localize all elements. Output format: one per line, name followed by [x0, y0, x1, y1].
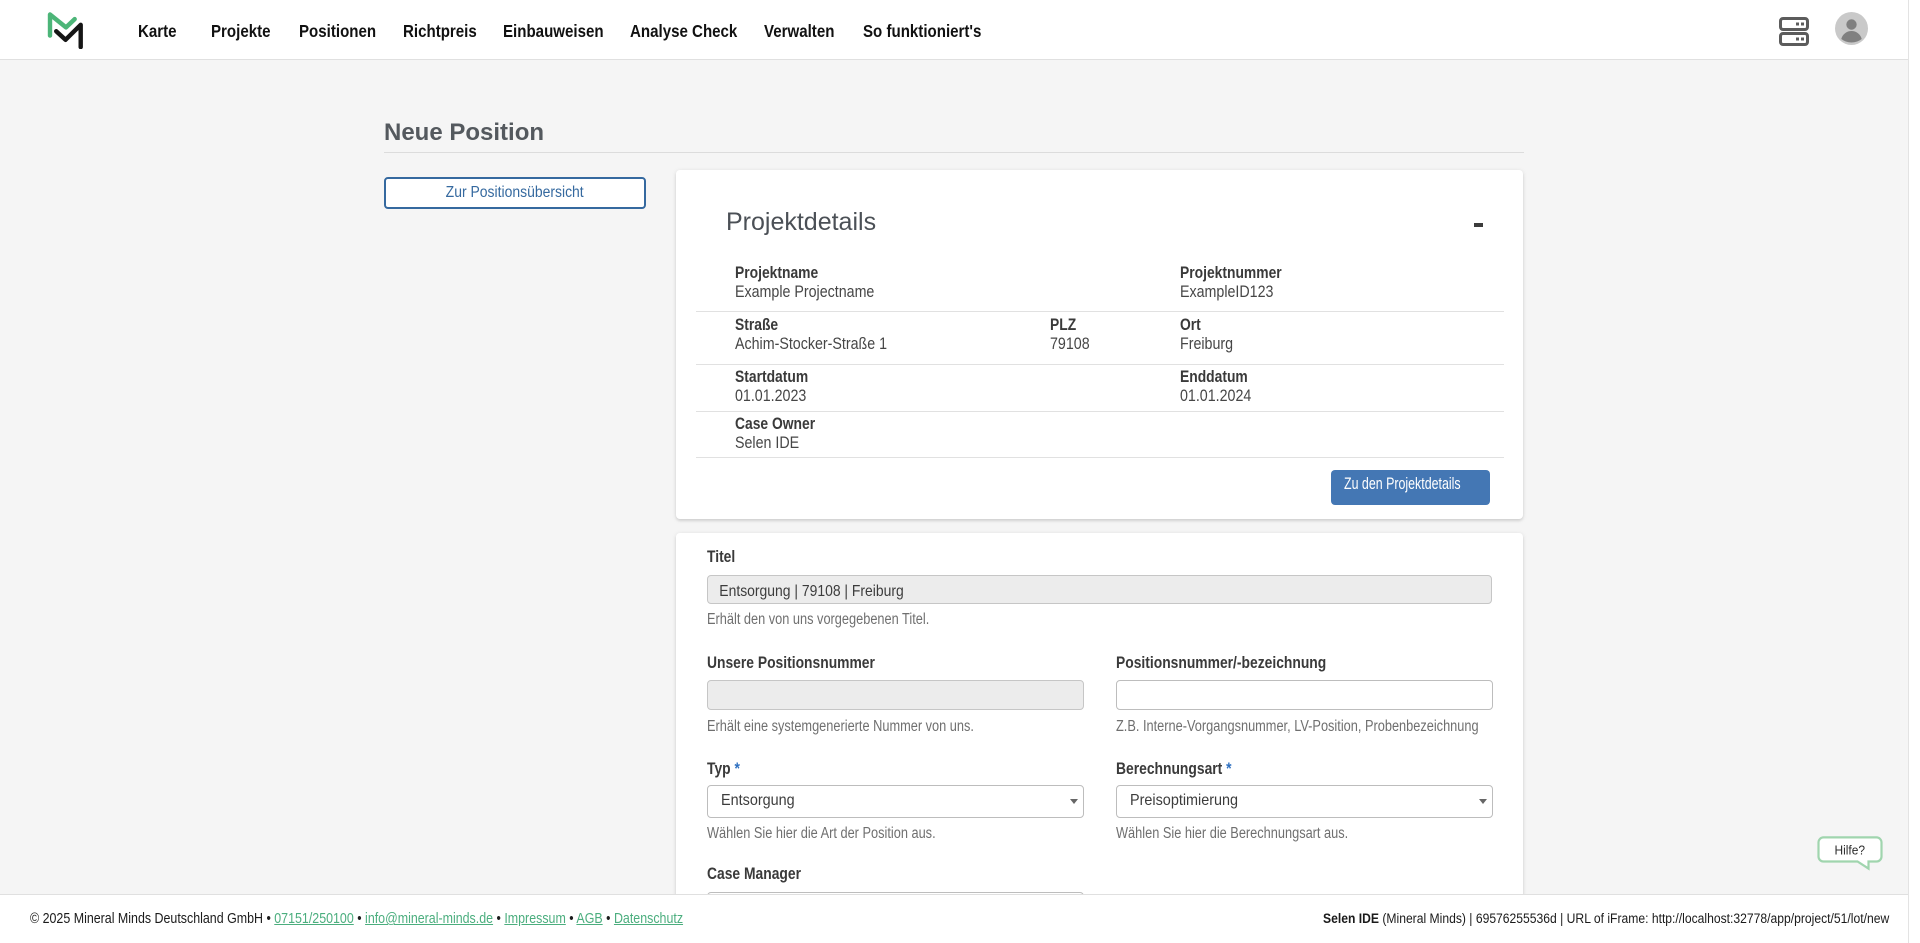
svg-text:Hilfe?: Hilfe? — [1835, 843, 1866, 858]
